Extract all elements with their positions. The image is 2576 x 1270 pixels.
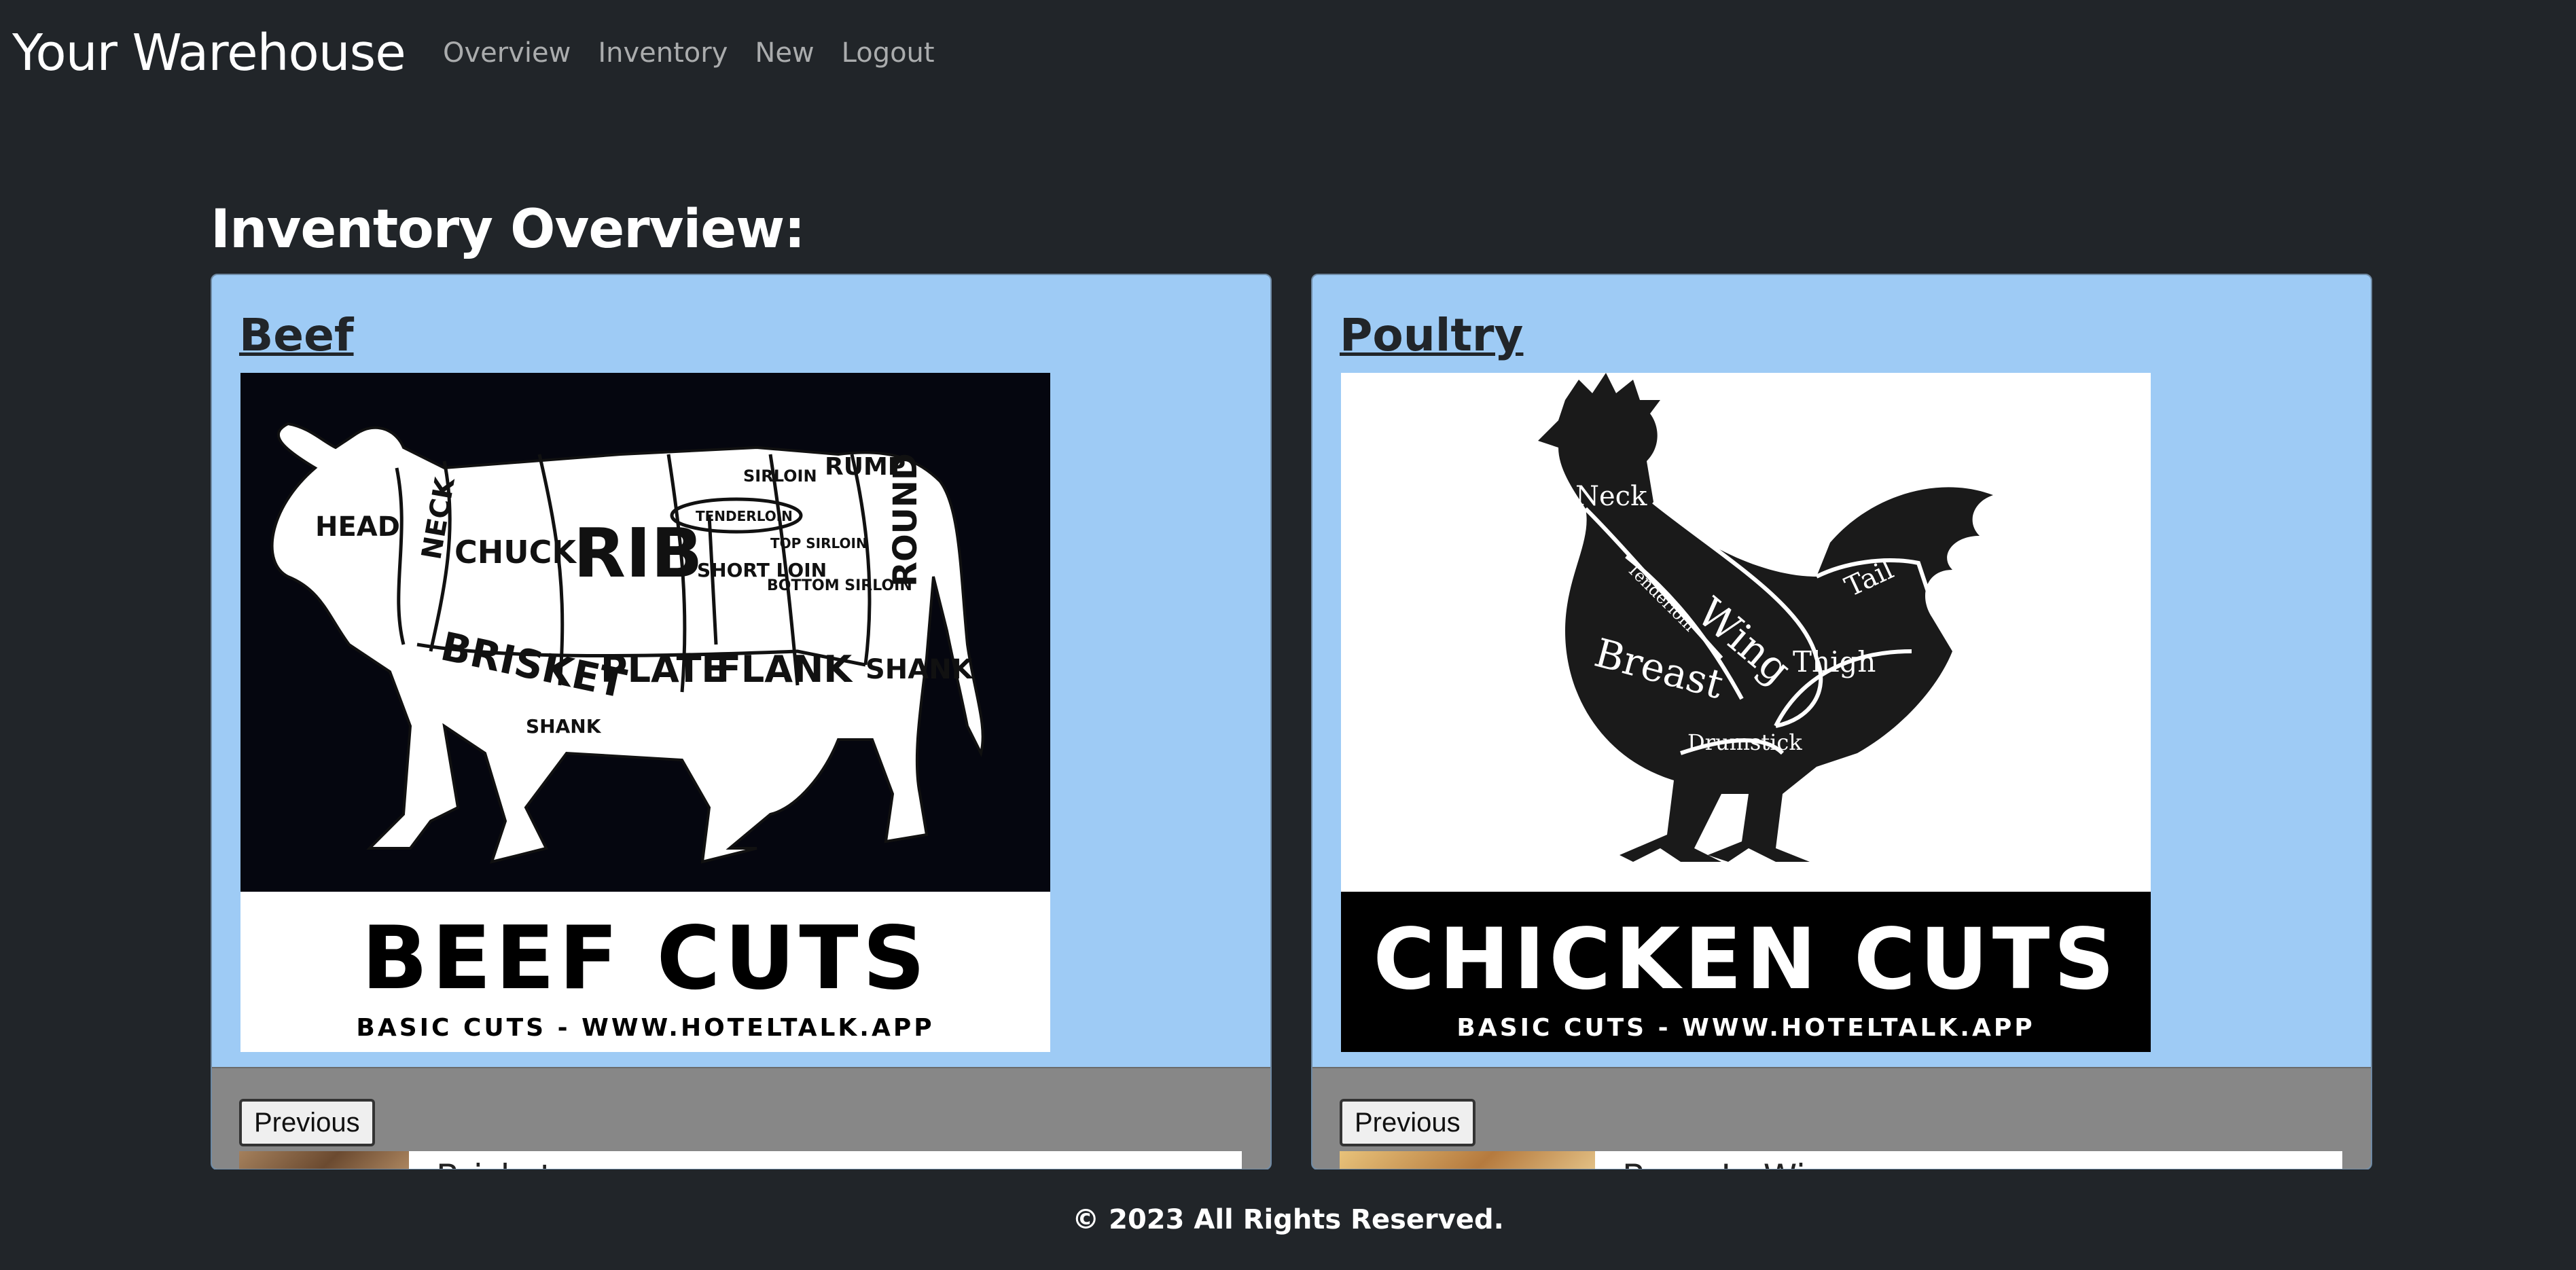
- beef-image-heading: BEEF CUTS: [361, 908, 929, 1009]
- cut-label-chuck: CHUCK: [454, 534, 577, 570]
- cut-label-shank-front: SHANK: [526, 715, 602, 738]
- cut-label-drumstick: Drumstick: [1687, 729, 1802, 755]
- cut-label-tenderloin: TENDERLOIN: [696, 508, 793, 524]
- card-title-link[interactable]: Poultry: [1340, 305, 1523, 366]
- item-name: Bone-In Wings: [1622, 1157, 1866, 1169]
- copyright-text: © 2023 All Rights Reserved.: [1072, 1204, 1504, 1235]
- nav-link-inventory[interactable]: Inventory: [598, 34, 728, 72]
- previous-button[interactable]: Previous: [239, 1099, 375, 1146]
- cut-label-head: HEAD: [315, 511, 400, 543]
- item-name: Brisket: [436, 1157, 553, 1169]
- item-thumbnail: [1340, 1151, 1595, 1169]
- cut-label-neck: Neck: [1575, 481, 1647, 512]
- page-title: Inventory Overview:: [211, 199, 805, 260]
- brand-link[interactable]: Your Warehouse: [12, 23, 406, 83]
- cut-label-sirloin: SIRLOIN: [743, 467, 817, 486]
- cut-label-flank: FLANK: [716, 648, 853, 691]
- item-thumbnail: [239, 1151, 409, 1169]
- carousel-item[interactable]: Brisket: [239, 1151, 1242, 1169]
- chicken-image-heading: CHICKEN CUTS: [1373, 911, 2118, 1009]
- cut-label-top-sirloin: TOP SIRLOIN: [770, 535, 867, 551]
- previous-button[interactable]: Previous: [1340, 1099, 1475, 1146]
- cut-label-thigh: Thigh: [1793, 645, 1876, 678]
- category-card-beef: Beef HEAD NECK CHUCK RIB SIRLOIN RUMP TE…: [211, 274, 1272, 1170]
- nav-link-overview[interactable]: Overview: [443, 34, 571, 72]
- page-footer: © 2023 All Rights Reserved.: [0, 1169, 2576, 1270]
- beef-image-subheading: BASIC CUTS - WWW.HOTELTALK.APP: [356, 1014, 934, 1042]
- cut-label-shank-rear: SHANK: [865, 654, 974, 685]
- cut-label-round: ROUND: [887, 453, 925, 587]
- chicken-cuts-image: Neck Tenderloin Wing Breast Tail Thigh D…: [1341, 373, 2151, 1052]
- card-title-link[interactable]: Beef: [239, 305, 354, 366]
- cut-label-rib: RIB: [573, 513, 702, 593]
- nav-link-logout[interactable]: Logout: [842, 34, 935, 72]
- navbar: Your Warehouse Overview Inventory New Lo…: [0, 0, 2576, 109]
- card-footer: Previous Bone-In Wings: [1312, 1067, 2371, 1169]
- card-footer: Previous Brisket: [212, 1067, 1270, 1169]
- carousel-item[interactable]: Bone-In Wings: [1340, 1151, 2342, 1169]
- nav-links: Overview Inventory New Logout: [443, 34, 962, 72]
- beef-cuts-image: HEAD NECK CHUCK RIB SIRLOIN RUMP TENDERL…: [240, 373, 1050, 1052]
- chicken-image-subheading: BASIC CUTS - WWW.HOTELTALK.APP: [1456, 1014, 2035, 1042]
- nav-link-new[interactable]: New: [755, 34, 814, 72]
- category-card-poultry: Poultry Neck Tenderloin Wing Breast Tail…: [1311, 274, 2372, 1170]
- cut-label-plate: PLATE: [601, 648, 726, 691]
